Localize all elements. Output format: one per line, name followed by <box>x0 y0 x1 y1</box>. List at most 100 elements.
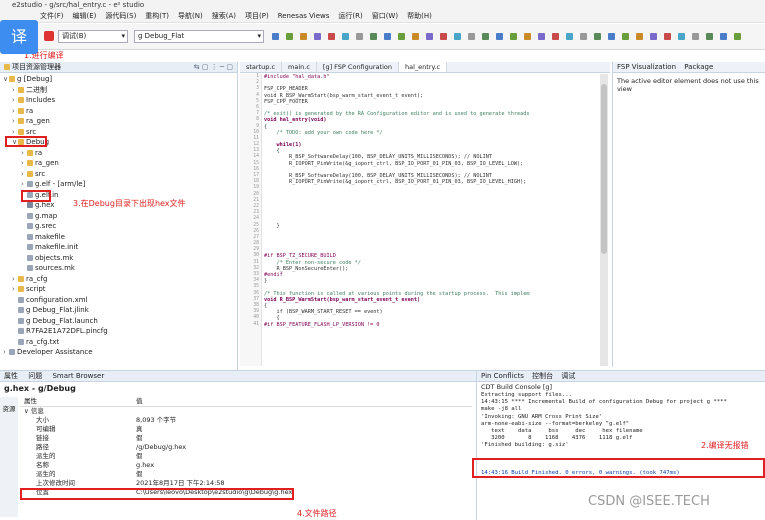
editor-scroll-thumb[interactable] <box>601 84 607 254</box>
tree-item[interactable]: › 二进制 <box>0 85 237 96</box>
tree-item[interactable]: ra_cfg.txt <box>0 337 237 348</box>
tree-item[interactable]: R7FA2E1A72DFL.pincfg <box>0 326 237 337</box>
toolbar-button-icon[interactable] <box>314 33 321 40</box>
property-row[interactable]: 上次修改时间 2021年8月17日 下午2:14:58 <box>20 479 472 488</box>
property-row[interactable]: 大小 8,093 个字节 <box>20 416 472 425</box>
properties-side-tab[interactable]: 资源 <box>0 397 18 517</box>
launch-config-combo[interactable]: g Debug_Flat ▾ <box>134 30 264 43</box>
code-line[interactable]: #if BSP_FEATURE_FLASH_LP_VERSION != 0 <box>264 322 600 328</box>
toolbar-button-icon[interactable] <box>650 33 657 40</box>
toolbar-button-icon[interactable] <box>440 33 447 40</box>
property-row[interactable]: 派生的 假 <box>20 452 472 461</box>
toolbar-button-icon[interactable] <box>482 33 489 40</box>
toolbar-button-icon[interactable] <box>538 33 545 40</box>
tree-item[interactable]: › ra_gen <box>0 158 237 169</box>
tree-item[interactable]: › ra <box>0 148 237 159</box>
toolbar-button-icon[interactable] <box>552 33 559 40</box>
menu-item[interactable]: 窗口(W) <box>372 10 398 22</box>
tree-item[interactable]: › ra <box>0 106 237 117</box>
toolbar-button-icon[interactable] <box>370 33 377 40</box>
toolbar-button-icon[interactable] <box>734 33 741 40</box>
tree-item[interactable]: sources.mk <box>0 263 237 274</box>
code-editor[interactable]: #include "hal_data.h" FSP_CPP_HEADER void … <box>264 74 600 366</box>
tree-item[interactable]: g.srec <box>0 221 237 232</box>
toolbar-button-icon[interactable] <box>580 33 587 40</box>
toolbar-button-icon[interactable] <box>566 33 573 40</box>
tab-fsp-visualization[interactable]: FSP Visualization <box>617 63 676 71</box>
toolbar-button-icon[interactable] <box>384 33 391 40</box>
editor-tab[interactable]: startup.c <box>240 62 283 72</box>
toolbar-button-icon[interactable] <box>510 33 517 40</box>
project-explorer-title[interactable]: 项目资源管理器 <box>12 63 61 71</box>
toolbar-button-icon[interactable] <box>412 33 419 40</box>
tree-item[interactable]: g Debug_Flat.jlink <box>0 305 237 316</box>
tree-item[interactable]: makefile.init <box>0 242 237 253</box>
launch-mode-combo[interactable]: 调试(B) ▾ <box>58 30 128 43</box>
tab-console[interactable]: 控制台 <box>532 372 553 380</box>
toolbar-button-icon[interactable] <box>300 33 307 40</box>
console-output[interactable]: Extracting support files... 14:43:15 ****… <box>477 392 765 464</box>
menu-item[interactable]: Renesas Views <box>278 10 330 22</box>
toolbar-button-icon[interactable] <box>636 33 643 40</box>
tree-item[interactable]: › script <box>0 284 237 295</box>
toolbar-button-icon[interactable] <box>426 33 433 40</box>
tree-item[interactable]: configuration.xml <box>0 295 237 306</box>
toolbar-button-icon[interactable] <box>594 33 601 40</box>
tree-item[interactable]: objects.mk <box>0 253 237 264</box>
toolbar-button-icon[interactable] <box>608 33 615 40</box>
menu-item[interactable]: 重构(T) <box>145 10 169 22</box>
menu-item[interactable]: 帮助(H) <box>407 10 432 22</box>
tab-pin-conflicts[interactable]: Pin Conflicts <box>481 372 524 380</box>
tree-item[interactable]: › Developer Assistance <box>0 347 237 358</box>
translate-badge[interactable]: 译 <box>0 20 38 54</box>
group-label[interactable]: ∨ 信息 <box>20 407 132 417</box>
view-menu-icons[interactable]: ⇆ ▢ ⋮ ─ ▢ <box>194 62 237 72</box>
property-row[interactable]: 可编辑 真 <box>20 425 472 434</box>
toolbar-button-icon[interactable] <box>706 33 713 40</box>
tree-item[interactable]: › g.elf - [arm/le] <box>0 179 237 190</box>
tab-smart-browser[interactable]: Smart Browser <box>52 372 104 380</box>
toolbar-button-icon[interactable] <box>678 33 685 40</box>
tab-problems[interactable]: 问题 <box>28 372 42 380</box>
property-row[interactable]: 名称 g.hex <box>20 461 472 470</box>
menu-item[interactable]: 编辑(E) <box>73 10 97 22</box>
toolbar-button-icon[interactable] <box>454 33 461 40</box>
tree-item[interactable]: makefile <box>0 232 237 243</box>
toolbar-button-icon[interactable] <box>496 33 503 40</box>
tree-item[interactable]: g Debug_Flat.launch <box>0 316 237 327</box>
toolbar-button-icon[interactable] <box>524 33 531 40</box>
tab-properties[interactable]: 属性 <box>4 372 18 380</box>
tree-item[interactable]: g.map <box>0 211 237 222</box>
toolbar-button-icon[interactable] <box>286 33 293 40</box>
menu-item[interactable]: 项目(P) <box>245 10 269 22</box>
toolbar-button-icon[interactable] <box>272 33 279 40</box>
build-hammer-icon[interactable] <box>44 31 54 41</box>
menu-item[interactable]: 源代码(S) <box>105 10 136 22</box>
editor-tab[interactable]: main.c <box>282 62 317 72</box>
tree-item[interactable]: › src <box>0 169 237 180</box>
col-property-header[interactable]: 属性 <box>20 397 132 407</box>
toolbar-button-icon[interactable] <box>342 33 349 40</box>
property-row[interactable]: 派生的 假 <box>20 470 472 479</box>
editor-tab[interactable]: hal_entry.c <box>399 62 448 72</box>
toolbar-button-icon[interactable] <box>692 33 699 40</box>
col-value-header[interactable]: 值 <box>132 397 472 407</box>
menu-item[interactable]: 导航(N) <box>178 10 203 22</box>
property-row[interactable]: 路径/g/Debug/g.hex <box>20 443 472 452</box>
toolbar-button-icon[interactable] <box>398 33 405 40</box>
menu-item[interactable]: 搜索(A) <box>212 10 236 22</box>
tab-debug[interactable]: 调试 <box>561 372 575 380</box>
toolbar-button-icon[interactable] <box>720 33 727 40</box>
property-row[interactable]: 链接 假 <box>20 434 472 443</box>
editor-tab[interactable]: [g] FSP Configuration <box>317 62 400 72</box>
toolbar-button-icon[interactable] <box>664 33 671 40</box>
toolbar-button-icon[interactable] <box>356 33 363 40</box>
menu-item[interactable]: 文件(F) <box>40 10 64 22</box>
tree-item[interactable]: › ra_gen <box>0 116 237 127</box>
toolbar-button-icon[interactable] <box>468 33 475 40</box>
tab-package[interactable]: Package <box>684 63 713 71</box>
toolbar-button-icon[interactable] <box>328 33 335 40</box>
tree-item[interactable]: › ra_cfg <box>0 274 237 285</box>
tree-item[interactable]: ∨ g [Debug] <box>0 74 237 85</box>
tree-item[interactable]: › Includes <box>0 95 237 106</box>
